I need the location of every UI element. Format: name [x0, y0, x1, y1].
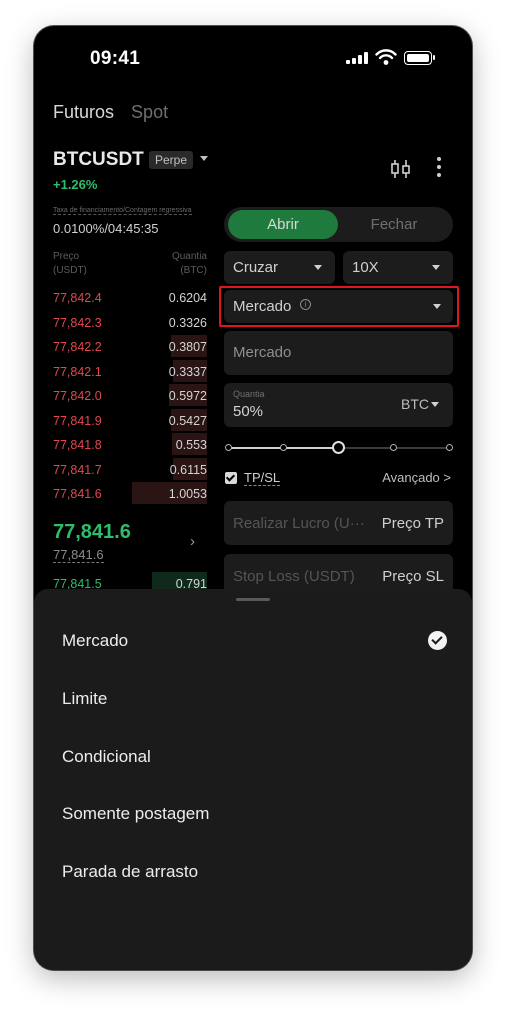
- tpsl-label[interactable]: TP/SL: [244, 470, 281, 486]
- option-mercado[interactable]: Mercado: [62, 631, 128, 651]
- ask-quantity: 0.5427: [168, 413, 207, 428]
- orderbook-price-header: Preço (USDT): [53, 250, 87, 278]
- ask-row[interactable]: 77,841.6 1.0053: [53, 482, 207, 506]
- last-price: 77,841.6: [53, 521, 131, 543]
- ask-row[interactable]: 77,842.4 0.6204: [53, 286, 207, 310]
- ask-quantity: 0.3326: [168, 315, 207, 330]
- funding-value: 0.0100%/04:45:35: [53, 221, 159, 236]
- order-type-sheet: Mercado Limite Condicional Somente posta…: [34, 589, 472, 970]
- battery-icon: [404, 51, 435, 65]
- sheet-handle[interactable]: [236, 598, 270, 601]
- mark-price: 77,841.6: [53, 547, 104, 563]
- more-options-icon[interactable]: [436, 157, 442, 179]
- option-limite[interactable]: Limite: [62, 689, 107, 709]
- ask-price: 77,841.7: [53, 462, 102, 477]
- ask-quantity: 0.3807: [168, 340, 207, 354]
- ask-quantity: 0.5972: [168, 389, 207, 403]
- ask-quantity: 0.6204: [168, 291, 207, 305]
- stop-loss-suffix[interactable]: Preço SL: [382, 568, 444, 585]
- ask-price: 77,842.4: [53, 291, 102, 305]
- ask-row[interactable]: 77,842.2 0.3807: [53, 335, 207, 359]
- margin-mode-select[interactable]: Cruzar: [224, 251, 335, 284]
- quantity-field[interactable]: Quantia 50% BTC: [224, 383, 453, 427]
- option-condicional[interactable]: Condicional: [62, 747, 151, 767]
- take-profit-field[interactable]: Realizar Lucro (U··· Preço TP: [224, 501, 453, 545]
- ask-price: 77,841.8: [53, 438, 102, 452]
- margin-mode-label: Cruzar: [233, 259, 279, 276]
- advanced-link[interactable]: Avançado >: [382, 470, 451, 485]
- quantity-label: Quantia: [233, 389, 265, 399]
- ask-quantity: 0.553: [175, 438, 207, 452]
- tab-spot[interactable]: Spot: [131, 102, 168, 122]
- ask-row[interactable]: 77,842.3 0.3326: [53, 311, 207, 335]
- tab-close[interactable]: Fechar: [338, 210, 450, 239]
- option-somente-postagem[interactable]: Somente postagem: [62, 804, 209, 824]
- tab-open[interactable]: Abrir: [228, 210, 338, 239]
- chevron-down-icon[interactable]: [431, 402, 439, 407]
- market-tabs: Futuros Spot: [53, 102, 180, 123]
- tpsl-checkbox[interactable]: [225, 472, 237, 484]
- ask-price: 77,841.6: [53, 487, 102, 501]
- status-time: 09:41: [90, 48, 141, 69]
- ask-row[interactable]: 77,841.8 0.553: [53, 433, 207, 457]
- ask-price: 77,842.1: [53, 364, 102, 379]
- take-profit-suffix[interactable]: Preço TP: [382, 515, 444, 532]
- symbol-dropdown-icon[interactable]: [200, 156, 208, 161]
- slider-stop[interactable]: [390, 444, 398, 451]
- chevron-right-icon[interactable]: ›: [190, 533, 195, 550]
- take-profit-placeholder: Realizar Lucro (U···: [233, 515, 365, 532]
- ask-price: 77,841.9: [53, 413, 102, 428]
- ask-price: 77,842.3: [53, 315, 102, 330]
- ask-row[interactable]: 77,842.0 0.5972: [53, 384, 207, 408]
- open-close-toggle: Abrir Fechar: [224, 207, 453, 242]
- price-change: +1.26%: [53, 177, 98, 192]
- price-field-value: Mercado: [233, 344, 292, 361]
- slider-stop[interactable]: [279, 444, 287, 451]
- checkmark-icon: [428, 631, 447, 650]
- leverage-select[interactable]: 10X: [343, 251, 453, 284]
- slider-thumb[interactable]: [332, 441, 345, 454]
- contract-type-badge[interactable]: Perpe: [149, 151, 194, 169]
- price-header-unit: (USDT): [53, 265, 87, 276]
- highlight-box: [219, 286, 459, 327]
- tab-futures[interactable]: Futuros: [53, 102, 114, 122]
- ask-quantity: 1.0053: [168, 487, 207, 501]
- ask-row[interactable]: 77,842.1 0.3337: [53, 359, 207, 384]
- orderbook-qty-header: Quantia (BTC): [172, 250, 207, 278]
- ask-row[interactable]: 77,841.9 0.5427: [53, 408, 207, 433]
- quantity-slider[interactable]: [224, 441, 453, 454]
- option-parada-de-arrasto[interactable]: Parada de arrasto: [62, 862, 198, 882]
- ask-quantity: 0.6115: [169, 462, 207, 477]
- price-field: Mercado: [224, 331, 453, 375]
- phone-frame: 09:41 Futuros Spot BTCUSDT Perpe +1.26% …: [34, 26, 472, 970]
- cellular-signal-icon: [346, 52, 368, 64]
- qty-header-unit: (BTC): [180, 265, 207, 276]
- slider-stop[interactable]: [224, 444, 232, 451]
- funding-label: Taxa de financiamento/Contagem regressiv…: [53, 207, 192, 215]
- symbol-title[interactable]: BTCUSDT: [53, 149, 144, 171]
- status-bar: 09:41: [34, 26, 472, 86]
- leverage-label: 10X: [352, 259, 379, 276]
- chevron-down-icon: [314, 265, 322, 270]
- qty-header-label: Quantia: [171, 251, 207, 262]
- quantity-unit-select[interactable]: BTC: [401, 396, 429, 412]
- ask-price: 77,842.2: [53, 340, 102, 354]
- slider-stop[interactable]: [445, 444, 453, 451]
- chevron-down-icon: [432, 265, 440, 270]
- stop-loss-placeholder: Stop Loss (USDT): [233, 568, 355, 585]
- ask-price: 77,842.0: [53, 389, 102, 403]
- ask-row[interactable]: 77,841.7 0.6115: [53, 457, 207, 482]
- candlestick-chart-icon[interactable]: [390, 158, 412, 180]
- quantity-value: 50%: [233, 403, 264, 420]
- wifi-icon: [375, 49, 397, 65]
- price-header-label: Preço: [53, 251, 80, 262]
- ask-quantity: 0.3337: [168, 364, 207, 379]
